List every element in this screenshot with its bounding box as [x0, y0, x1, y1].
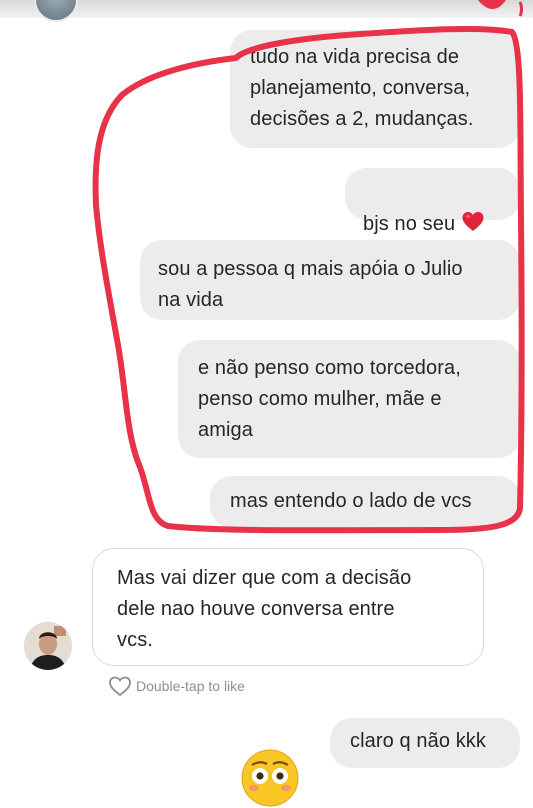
like-hint-label: Double-tap to like — [136, 678, 245, 694]
double-tap-like[interactable]: Double-tap to like — [108, 674, 245, 698]
message-sent[interactable]: e não penso como torcedora, penso como m… — [178, 340, 520, 458]
message-sent[interactable]: mas entendo o lado de vcs — [210, 476, 520, 528]
top-avatar[interactable] — [34, 0, 78, 22]
message-sent[interactable]: bjs no seu — [345, 168, 520, 235]
red-heart-emoji — [462, 212, 484, 231]
message-sent[interactable]: sou a pessoa q mais apóia o Julio na vid… — [140, 240, 520, 320]
avatar[interactable] — [24, 622, 72, 670]
message-text: bjs no seu — [363, 213, 456, 235]
flushed-face-emoji[interactable] — [240, 748, 300, 808]
message-sent[interactable]: tudo na vida precisa de planejamento, co… — [230, 30, 520, 148]
heart-outline-icon — [109, 676, 131, 697]
top-bar — [0, 0, 533, 22]
message-sent[interactable]: claro q não kkk — [330, 718, 520, 768]
message-received[interactable]: Mas vai dizer que com a decisão dele nao… — [92, 548, 484, 666]
